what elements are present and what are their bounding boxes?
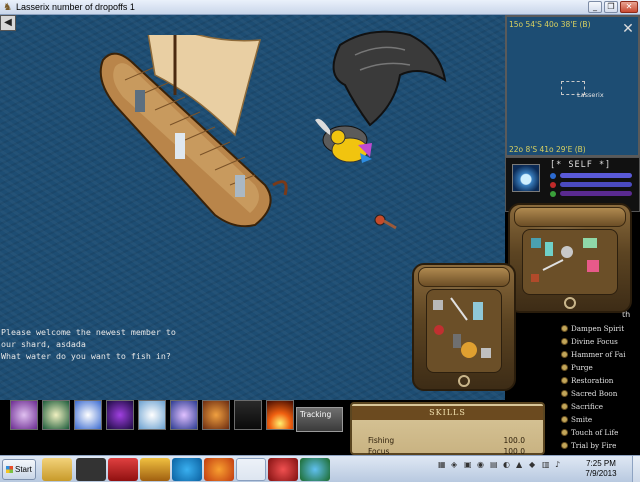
mcafee-icon[interactable] [108,458,138,481]
window-title: Lasserix number of dropoffs 1 [16,2,135,12]
spell-item[interactable]: Touch of Life [561,428,618,437]
tray-icon[interactable]: ▦ [438,460,448,472]
spell-gem-icon [561,377,568,384]
radar-bottom-coordinate: 22o 8'S 41o 29'E (B) [509,145,586,154]
tray-icon[interactable]: ◈ [451,460,461,472]
spell-item[interactable]: Trial by Fire [561,441,616,450]
clock-time: 7:25 PM [586,459,616,468]
spell-gem-icon [561,325,568,332]
skill-icon-5[interactable] [138,400,166,430]
minimize-button[interactable]: _ [588,1,602,13]
show-desktop-button[interactable] [632,456,640,482]
globe-app-icon[interactable] [300,458,330,481]
spell-item[interactable]: Hammer of Fai [561,350,626,359]
backpack-container[interactable] [508,203,632,313]
spellbook-list[interactable]: th Dampen Spirit Divine Focus Hammer of … [555,310,640,455]
spell-gem-icon [561,390,568,397]
mana-indicator-icon [550,182,556,188]
status-self-label: [* SELF *] [550,160,612,170]
start-button[interactable]: Start [2,459,36,480]
tray-icon[interactable]: ◆ [529,460,539,472]
taskbar: Start ▦ ◈ ▣ ◉ ▤ ◐ ▲ ◆ ▥ ♪ 7:25 PM 7/9/20… [0,455,640,482]
journal-messages: Please welcome the newest member to our … [1,326,331,362]
spell-gem-icon [561,442,568,449]
tray-icon[interactable]: ▲ [516,460,526,472]
journal-line: What water do you want to fish in? [1,351,171,361]
spell-item[interactable]: Purge [561,363,593,372]
health-indicator-icon [550,173,556,179]
health-bar [560,173,632,178]
spell-gem-icon [561,351,568,358]
backpack-items-icon[interactable] [523,230,619,296]
spell-item[interactable]: Smite [561,415,592,424]
spell-gem-icon [561,416,568,423]
game-viewport[interactable]: ◀ Please welcome the newest member to ou… [0,15,640,456]
clock-date: 7/9/2013 [585,469,617,478]
journal-line: Please welcome the newest member to [1,327,176,337]
tray-icon[interactable]: ♪ [555,460,565,472]
spell-item[interactable]: Sacrifice [561,402,603,411]
skill-row[interactable]: Fishing 100.0 [368,436,535,445]
skill-icon-3[interactable] [74,400,102,430]
tray-icon[interactable]: ◉ [477,460,487,472]
radar-map[interactable]: 15o 54'S 40o 38'E (B) ✕ Lasserix 22o 8'S… [505,15,640,157]
skill-icon-4[interactable] [106,400,134,430]
tracking-button[interactable]: Tracking [296,407,343,432]
skill-icon-6[interactable] [170,400,198,430]
spell-gem-icon [561,429,568,436]
skill-icon-7[interactable] [202,400,230,430]
tray-icon[interactable]: ▤ [490,460,500,472]
skype-icon[interactable] [172,458,202,481]
maximize-button[interactable]: ❐ [604,1,618,13]
ultima-app-icon: ♞ [3,1,12,13]
skills-title: SKILLS [352,406,543,420]
spell-gem-icon [561,338,568,345]
screen: ♞ Lasserix number of dropoffs 1 _ ❐ ✕ ◀ [0,0,640,482]
tray-icon[interactable]: ▣ [464,460,474,472]
player-name-label: Lasserix [577,91,604,99]
close-button[interactable]: ✕ [620,1,638,13]
file-explorer-icon[interactable] [42,458,72,481]
firefox-icon[interactable] [204,458,234,481]
tray-icon[interactable]: ◐ [503,460,513,472]
second-backpack-contents[interactable] [426,289,502,373]
dragon-creature[interactable] [300,25,450,175]
taskbar-clock[interactable]: 7:25 PM 7/9/2013 [580,459,622,479]
ship[interactable] [95,35,295,235]
system-tray[interactable]: ▦ ◈ ▣ ◉ ▤ ◐ ▲ ◆ ▥ ♪ [438,460,565,472]
skill-icon-9[interactable] [266,400,294,430]
fishing-buoy[interactable] [372,211,398,231]
stamina-indicator-icon [550,191,556,197]
character-portrait-icon[interactable] [512,164,540,192]
backpack-contents[interactable] [522,229,618,295]
skill-icon-1[interactable] [10,400,38,430]
spell-gem-icon [561,364,568,371]
second-backpack-container[interactable] [412,263,516,391]
skills-gump[interactable]: SKILLS Fishing 100.0 Focus 100.0 [350,402,545,456]
winamp-icon[interactable] [140,458,170,481]
mana-bar [560,182,632,187]
app-icon-red[interactable] [268,458,298,481]
hotbar[interactable] [10,400,294,432]
skill-icon-8[interactable] [234,400,262,430]
second-backpack-items-icon[interactable] [427,290,503,374]
skill-icon-2[interactable] [42,400,70,430]
ultima-online-taskbar-icon[interactable] [236,458,266,481]
spell-item[interactable]: Restoration [561,376,613,385]
stamina-bar [560,191,632,196]
sonos-icon[interactable] [76,458,106,481]
radar-top-coordinate: 15o 54'S 40o 38'E (B) [509,20,591,29]
menu-toggle-arrow-icon[interactable]: ◀ [0,15,16,31]
spell-item[interactable]: Divine Focus [561,337,618,346]
radar-close-icon[interactable]: ✕ [620,21,636,37]
spell-item[interactable]: Sacred Boon [561,389,617,398]
spell-gem-icon [561,403,568,410]
spell-item[interactable]: Dampen Spirit [561,324,624,333]
tray-icon[interactable]: ▥ [542,460,552,472]
journal-line: our shard, asdada [1,339,86,349]
window-title-bar[interactable]: ♞ Lasserix number of dropoffs 1 _ ❐ ✕ [0,0,640,15]
